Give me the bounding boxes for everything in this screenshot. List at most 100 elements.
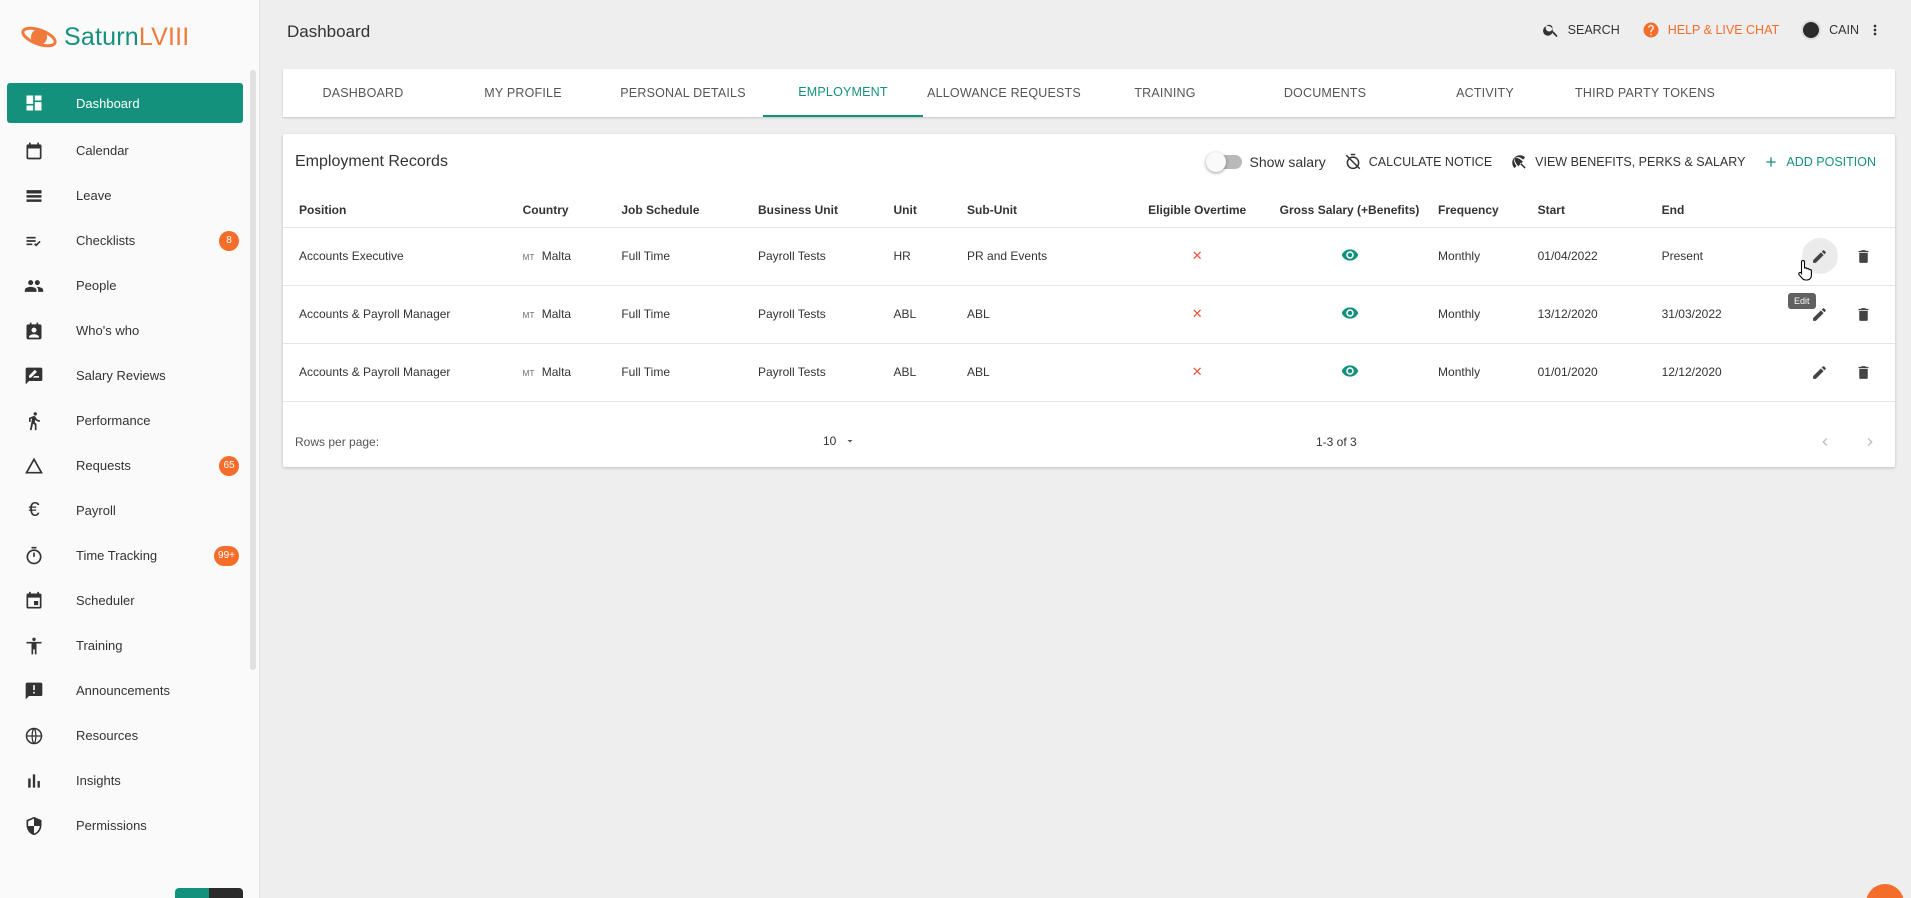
column-header-job-schedule[interactable]: Job Schedule	[621, 193, 758, 227]
sidebar-item-permissions[interactable]: Permissions	[7, 803, 243, 848]
tab-allowance-requests[interactable]: ALLOWANCE REQUESTS	[923, 69, 1085, 117]
sidebar-item-label: Checklists	[76, 233, 136, 248]
sidebar-item-performance[interactable]: Performance	[7, 398, 243, 443]
edit-button[interactable]	[1802, 354, 1838, 390]
tab-training[interactable]: TRAINING	[1085, 69, 1245, 117]
country-name: Malta	[541, 307, 572, 321]
search-button[interactable]: SEARCH	[1542, 21, 1620, 39]
sidebar-item-people[interactable]: People	[7, 263, 243, 308]
notification-badge: 99+	[214, 545, 239, 566]
column-header-end[interactable]: End	[1662, 193, 1790, 227]
sidebar-scrollbar[interactable]	[250, 70, 256, 670]
column-header-frequency[interactable]: Frequency	[1422, 193, 1538, 227]
visibility-icon[interactable]	[1341, 248, 1359, 267]
event-icon	[22, 589, 46, 613]
sidebar-item-scheduler[interactable]: Scheduler	[7, 578, 243, 623]
sidebar-item-label: Resources	[76, 728, 139, 743]
logo[interactable]: SaturnLVIII	[20, 22, 189, 52]
search-icon	[1542, 24, 1558, 38]
sidebar-item-label: Announcements	[76, 683, 170, 698]
cell-job-schedule: Full Time	[621, 342, 758, 402]
more-vert-icon[interactable]	[1867, 21, 1883, 39]
rows-per-page-label: Rows per page:	[295, 435, 380, 449]
cell-end: 12/12/2020	[1661, 342, 1790, 402]
theme-toggle[interactable]	[175, 888, 243, 898]
table-row[interactable]: Accounts & Payroll Manager MT Malta Full …	[283, 342, 1895, 402]
next-page-button[interactable]	[1858, 430, 1882, 454]
sidebar-item-label: Salary Reviews	[76, 368, 166, 383]
show-salary-toggle[interactable]: Show salary	[1206, 152, 1326, 172]
sidebar-item-requests[interactable]: Requests 65	[7, 443, 243, 488]
calculate-notice-label: CALCULATE NOTICE	[1368, 155, 1493, 169]
column-header-country[interactable]: Country	[523, 193, 622, 227]
tab-dashboard[interactable]: DASHBOARD	[283, 69, 443, 117]
tab-employment[interactable]: EMPLOYMENT	[763, 69, 923, 117]
bar-chart-icon	[22, 769, 46, 793]
cell-end: 31/03/2022	[1661, 284, 1790, 343]
visibility-icon[interactable]	[1341, 364, 1359, 383]
sidebar-item-checklists[interactable]: Checklists 8	[7, 218, 243, 263]
view-benefits-button[interactable]: VIEW BENEFITS, PERKS & SALARY	[1510, 153, 1745, 171]
sidebar-item-training[interactable]: Training	[7, 623, 243, 668]
checklist-icon	[22, 229, 46, 253]
accessibility-icon	[22, 634, 46, 658]
column-header-actions	[1790, 193, 1895, 227]
chat-fab[interactable]	[1866, 884, 1904, 898]
cell-unit: HR	[893, 226, 968, 285]
column-header-start[interactable]: Start	[1538, 193, 1662, 227]
salary-switch[interactable]	[1206, 152, 1243, 172]
calculate-notice-button[interactable]: CALCULATE NOTICE	[1344, 153, 1492, 171]
sidebar-item-payroll[interactable]: € Payroll	[7, 488, 243, 533]
show-salary-label: Show salary	[1249, 154, 1326, 170]
delete-button[interactable]	[1846, 296, 1882, 332]
sidebar-item-label: Insights	[76, 773, 121, 788]
tab-personal-details[interactable]: PERSONAL DETAILS	[603, 69, 763, 117]
tab-activity[interactable]: ACTIVITY	[1405, 69, 1565, 117]
sidebar-item-label: Dashboard	[76, 95, 140, 111]
table-row[interactable]: Accounts Executive MT Malta Full Time Pay…	[283, 226, 1895, 285]
rows-per-page-select[interactable]: 10	[823, 434, 856, 448]
view-benefits-label: VIEW BENEFITS, PERKS & SALARY	[1535, 155, 1746, 169]
add-position-button[interactable]: ADD POSITION	[1763, 154, 1876, 170]
tab-documents[interactable]: DOCUMENTS	[1245, 69, 1405, 117]
sidebar-item-announcements[interactable]: Announcements	[7, 668, 243, 713]
help-chat-button[interactable]: HELP & LIVE CHAT	[1642, 21, 1779, 39]
sidebar-item-dashboard[interactable]: Dashboard	[7, 83, 243, 123]
calendar-icon	[22, 139, 46, 163]
sidebar-item-time-tracking[interactable]: Time Tracking 99+	[7, 533, 243, 578]
column-header-sub-unit[interactable]: Sub-Unit	[967, 193, 1117, 227]
delete-button[interactable]	[1846, 238, 1882, 274]
delete-button[interactable]	[1846, 354, 1882, 390]
sidebar-item-label: People	[76, 278, 117, 293]
table-header-row: Position Country Job Schedule Business U…	[283, 193, 1895, 227]
previous-page-button[interactable]	[1813, 430, 1837, 454]
tab-third-party-tokens[interactable]: THIRD PARTY TOKENS	[1565, 69, 1725, 117]
cell-business-unit: Payroll Tests	[757, 342, 894, 402]
cell-eligible-overtime: ✕	[1117, 284, 1278, 343]
user-name: CAIN	[1829, 23, 1859, 37]
dropdown-arrow-icon	[847, 440, 853, 443]
column-header-unit[interactable]: Unit	[894, 193, 968, 227]
sidebar-item-leave[interactable]: Leave	[7, 173, 243, 218]
cell-position: Accounts Executive	[283, 226, 523, 285]
sidebar-item-insights[interactable]: Insights	[7, 758, 243, 803]
cell-business-unit: Payroll Tests	[757, 226, 894, 285]
cell-position: Accounts & Payroll Manager	[283, 342, 523, 402]
notification-badge: 65	[219, 455, 239, 476]
timer-off-icon	[1345, 153, 1361, 170]
sidebar-item-salary-reviews[interactable]: Salary Reviews	[7, 353, 243, 398]
column-header-position[interactable]: Position	[283, 193, 523, 227]
cell-start: 01/01/2020	[1537, 342, 1662, 402]
column-header-gross-salary[interactable]: Gross Salary (+Benefits)	[1277, 193, 1422, 227]
tab-my-profile[interactable]: MY PROFILE	[443, 69, 603, 117]
sidebar-item-whos-who[interactable]: Who's who	[7, 308, 243, 353]
column-header-eligible-overtime[interactable]: Eligible Overtime	[1117, 193, 1277, 227]
page-title: Dashboard	[287, 22, 371, 41]
cell-position: Accounts & Payroll Manager	[283, 284, 523, 343]
user-menu[interactable]: CAIN	[1801, 20, 1883, 40]
sidebar-item-calendar[interactable]: Calendar	[7, 128, 243, 173]
table-row[interactable]: Accounts & Payroll Manager MT Malta Full …	[283, 284, 1895, 343]
sidebar-item-resources[interactable]: Resources	[7, 713, 243, 758]
column-header-business-unit[interactable]: Business Unit	[758, 193, 894, 227]
visibility-icon[interactable]	[1341, 306, 1359, 325]
